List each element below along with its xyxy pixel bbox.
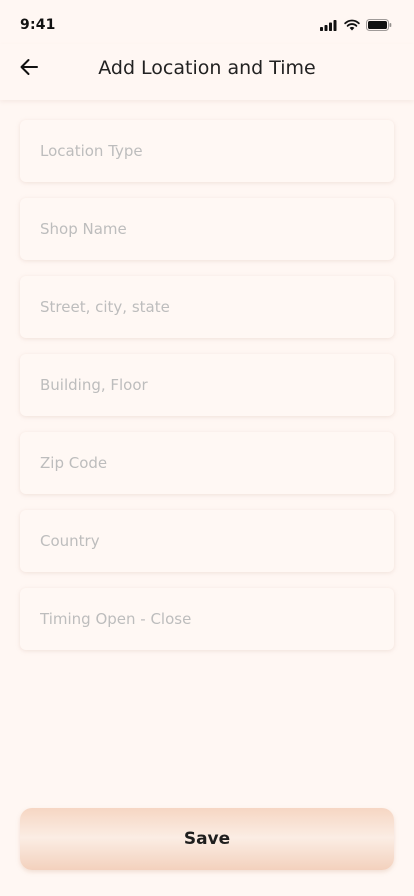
header: Add Location and Time [0, 44, 414, 100]
location-form [20, 120, 394, 666]
signal-icon [320, 16, 338, 35]
status-time: 9:41 [20, 17, 56, 33]
location-type-input[interactable] [20, 120, 394, 182]
building-floor-input[interactable] [20, 354, 394, 416]
shop-name-input[interactable] [20, 198, 394, 260]
wifi-icon [344, 16, 360, 35]
save-button-label: Save [183, 829, 231, 849]
building-floor-field [20, 354, 394, 416]
battery-icon [366, 16, 392, 35]
zip-code-input[interactable] [20, 432, 394, 494]
zip-code-field [20, 432, 394, 494]
timing-open-close-field [20, 588, 394, 650]
street-city-state-field [20, 276, 394, 338]
status-bar: 9:41 [0, 0, 414, 44]
timing-open-close-input[interactable] [20, 588, 394, 650]
location-type-field [20, 120, 394, 182]
country-input[interactable] [20, 510, 394, 572]
shop-name-field [20, 198, 394, 260]
status-icons [320, 16, 392, 35]
country-field [20, 510, 394, 572]
page-title: Add Location and Time [98, 57, 316, 79]
street-city-state-input[interactable] [20, 276, 394, 338]
save-button[interactable]: Save [20, 808, 394, 870]
